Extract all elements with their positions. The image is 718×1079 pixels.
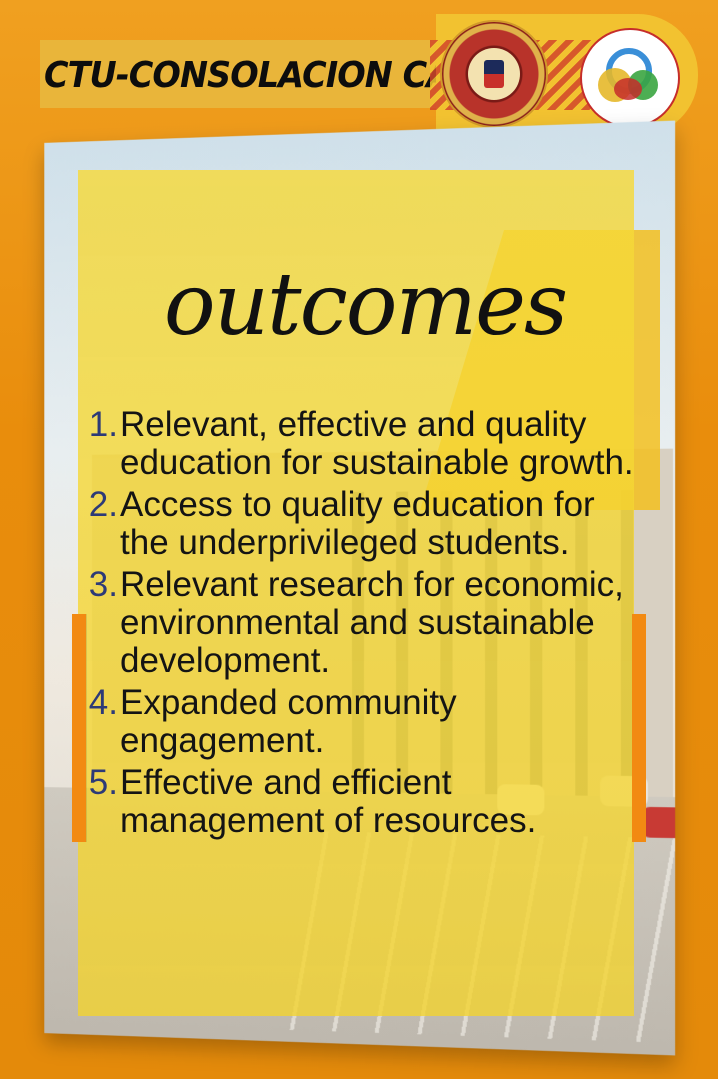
list-item-number: 1. <box>88 405 118 444</box>
list-item-number: 5. <box>88 763 118 802</box>
list-item-number: 4. <box>88 683 118 722</box>
list-item-text: Relevant research for economic, environm… <box>120 565 624 680</box>
list-item-text: Access to quality education for the unde… <box>120 485 595 562</box>
seal-emblem-icon <box>484 60 504 88</box>
outcomes-list: 1. Relevant, effective and quality educa… <box>80 406 640 844</box>
list-item: 2. Access to quality education for the u… <box>80 486 640 562</box>
campus-logo-ring-icon <box>614 78 642 100</box>
list-item-text: Expanded community engagement. <box>120 683 457 760</box>
list-item-text: Effective and efficient management of re… <box>120 763 537 840</box>
list-item: 5. Effective and efficient management of… <box>80 764 640 840</box>
list-item-number: 2. <box>88 485 118 524</box>
list-item: 4. Expanded community engagement. <box>80 684 640 760</box>
list-item-number: 3. <box>88 565 118 604</box>
campus-title: CTU-CONSOLACION CAMPUS <box>44 55 558 96</box>
page-title: outcomes <box>163 255 568 355</box>
list-item: 3. Relevant research for economic, envir… <box>80 566 640 680</box>
list-item-text: Relevant, effective and quality educatio… <box>120 405 634 482</box>
header: CTU-CONSOLACION CAMPUS <box>0 0 718 136</box>
list-item: 1. Relevant, effective and quality educa… <box>80 406 640 482</box>
photo-car <box>641 806 676 839</box>
